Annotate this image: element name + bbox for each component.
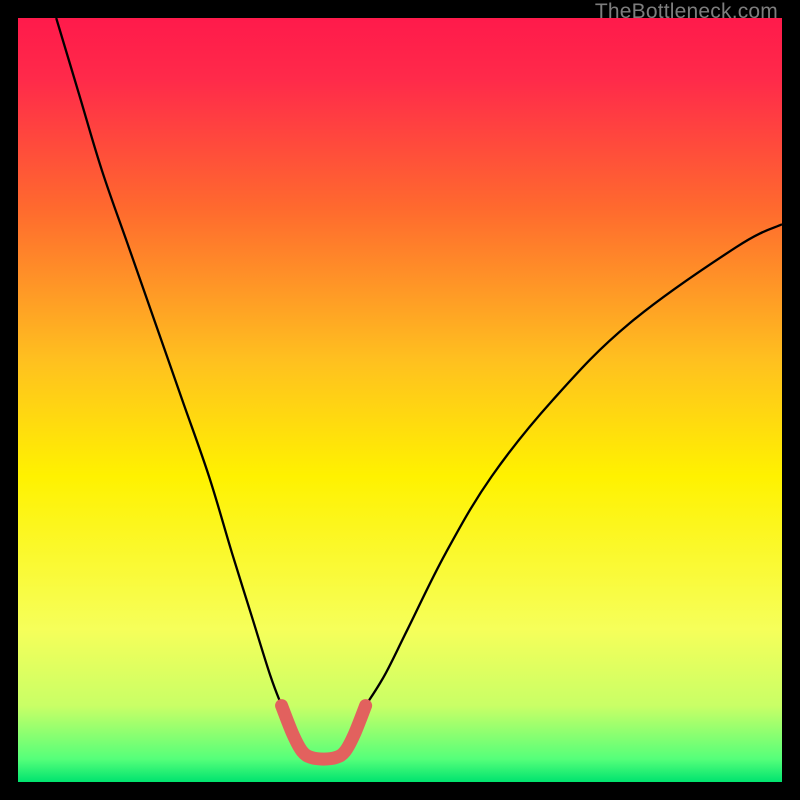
gradient-background — [18, 18, 782, 782]
watermark-text: TheBottleneck.com — [595, 0, 778, 24]
bottleneck-chart — [18, 18, 782, 782]
chart-frame — [18, 18, 782, 782]
